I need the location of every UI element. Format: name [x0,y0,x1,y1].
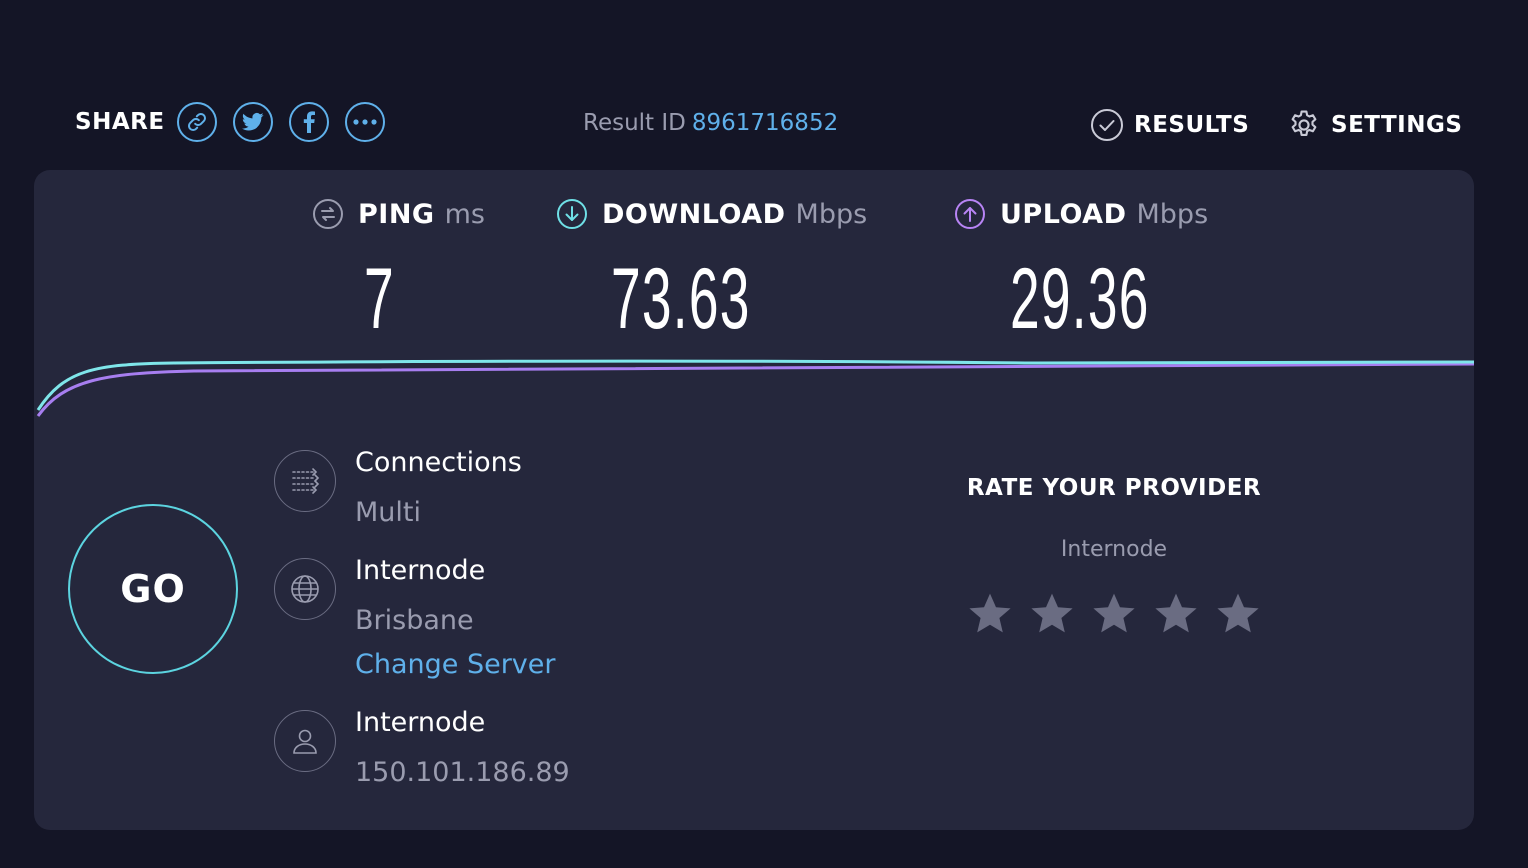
isp-ip-address: 150.101.186.89 [355,757,570,788]
download-label: DOWNLOAD [602,198,786,230]
share-twitter-button[interactable] [232,102,273,142]
upload-label: UPLOAD [1000,198,1127,230]
star-icon[interactable] [966,590,1014,638]
settings-label: SETTINGS [1331,112,1463,138]
rate-provider-section: RATE YOUR PROVIDER Internode [914,475,1314,638]
link-icon [187,113,206,131]
download-metric: DOWNLOAD Mbps 73.63 [556,198,868,347]
upload-value: 29.36 [1010,251,1150,347]
results-label: RESULTS [1134,112,1250,138]
ping-value: 7 [364,251,395,347]
user-icon-wrap [274,710,336,772]
globe-icon [291,575,319,603]
gear-icon [1291,110,1317,136]
twitter-icon [241,112,264,131]
change-server-link[interactable]: Change Server [355,650,556,680]
ping-unit: ms [444,198,485,230]
result-id-value[interactable]: 8961716852 [692,110,838,136]
more-icon [352,119,377,125]
connections-icon-wrap [274,450,336,512]
upload-speed-line [36,362,1474,417]
ping-metric: PING ms 7 [312,198,485,347]
star-icon[interactable] [1152,590,1200,638]
download-unit: Mbps [795,198,868,230]
star-rating [914,590,1314,638]
go-button[interactable]: GO [68,504,238,674]
star-icon[interactable] [1028,590,1076,638]
server-info: Internode Brisbane Change Server [274,555,556,680]
go-label: GO [120,567,186,611]
user-icon [293,729,317,754]
rate-provider-title: RATE YOUR PROVIDER [966,475,1262,501]
share-link-button[interactable] [176,102,217,142]
globe-icon-wrap [274,558,336,620]
rate-provider-name: Internode [1060,537,1168,562]
facebook-icon [303,111,315,133]
isp-info: Internode 150.101.186.89 [274,707,570,788]
upload-unit: Mbps [1136,198,1209,230]
server-location: Brisbane [355,605,474,636]
result-panel: PING ms 7 DOWNLOAD Mbps 73.63 UPLOAD Mbp… [34,170,1474,830]
connections-value[interactable]: Multi [355,498,522,528]
download-arrow-icon [557,199,587,229]
star-icon[interactable] [1214,590,1262,638]
share-facebook-button[interactable] [288,102,329,142]
speed-graph [36,359,1474,417]
connections-icon [292,468,320,494]
upload-arrow-icon [955,199,985,229]
download-value: 73.63 [611,251,751,347]
results-button[interactable]: RESULTS [1090,108,1249,142]
connections-info: Connections Multi [274,447,522,528]
star-icon[interactable] [1090,590,1138,638]
share-label: SHARE [75,109,165,135]
result-id: Result ID 8961716852 [583,110,838,136]
result-id-label: Result ID [583,110,686,136]
share-bar: SHARE [75,102,401,142]
check-circle-icon [1091,109,1123,141]
isp-name: Internode [355,707,486,738]
ping-icon [313,199,343,229]
share-more-button[interactable] [344,102,385,142]
settings-button[interactable]: SETTINGS [1287,108,1462,142]
connections-title: Connections [355,447,522,478]
upload-metric: UPLOAD Mbps 29.36 [954,198,1209,347]
server-name: Internode [355,555,486,586]
ping-label: PING [358,198,435,230]
